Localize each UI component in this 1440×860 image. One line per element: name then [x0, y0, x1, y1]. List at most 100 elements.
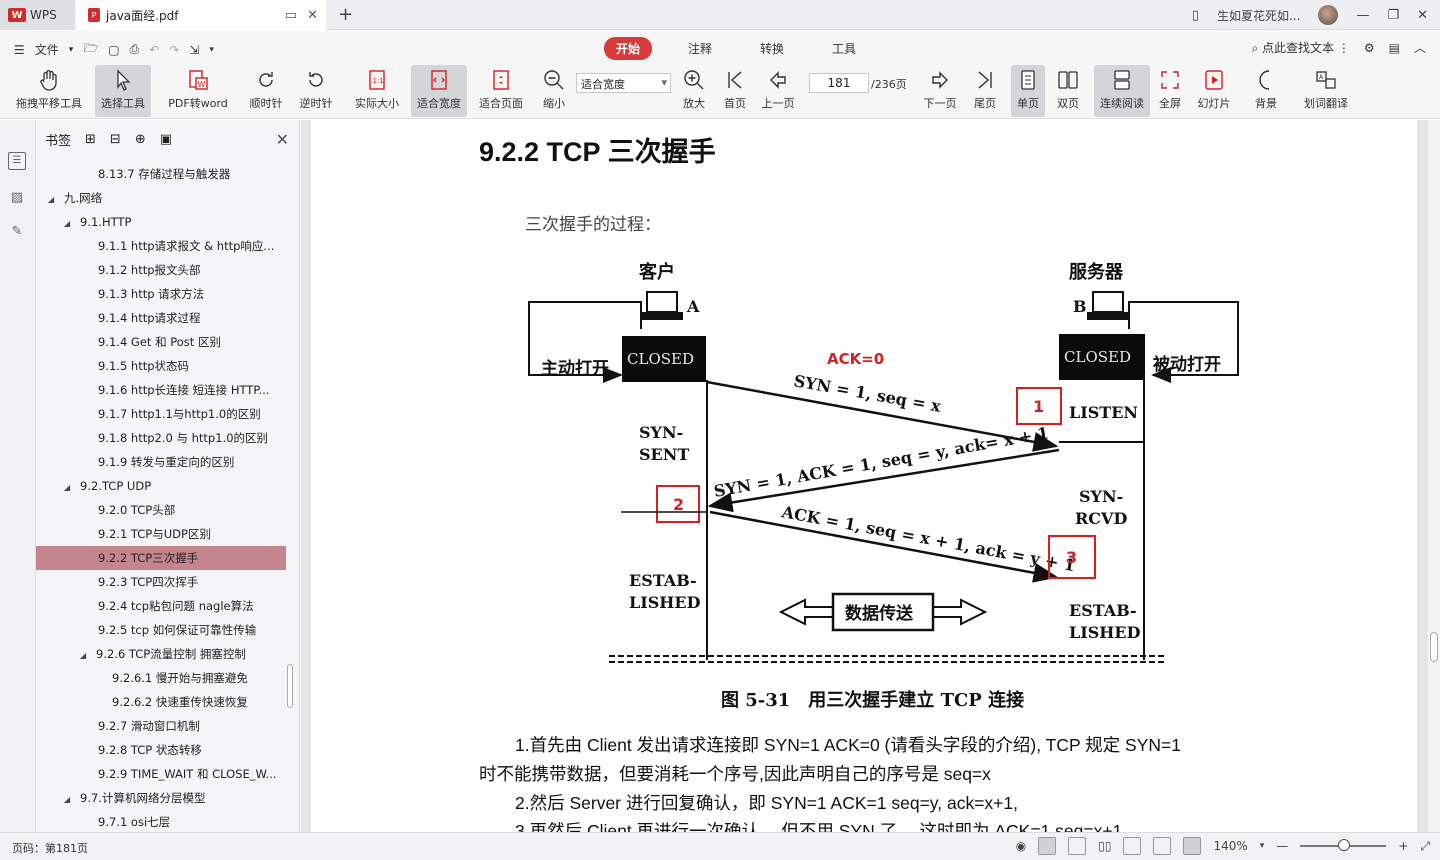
sidebar-scroll-thumb[interactable]	[287, 664, 293, 708]
fullscreen-button[interactable]: 全屏	[1155, 65, 1185, 117]
document-tab[interactable]: P java面经.pdf ▭ ✕	[76, 0, 326, 30]
pdf-to-word-button[interactable]: W PDF转word	[162, 65, 234, 117]
status-single-page-icon[interactable]	[1038, 837, 1057, 855]
minimize-icon[interactable]: —	[1356, 8, 1369, 23]
window-close-icon[interactable]: ✕	[1417, 8, 1428, 23]
expand-toggle-icon[interactable]: ◢	[64, 212, 74, 234]
tab-annotate[interactable]: 注释	[676, 37, 724, 60]
slideshow-button[interactable]: 幻灯片	[1194, 65, 1234, 117]
bookmark-item[interactable]: 8.13.7 存储过程与触发器	[36, 162, 286, 186]
tab-start[interactable]: 开始	[604, 37, 653, 60]
restore-icon[interactable]: ❐	[1387, 8, 1399, 23]
bookmark-panel-icon[interactable]: ☰	[8, 152, 26, 170]
document-scroll-thumb[interactable]	[1430, 632, 1438, 662]
zoom-slider-knob[interactable]	[1338, 839, 1351, 851]
wps-home-tab[interactable]: W WPS	[0, 0, 75, 30]
bookmark-item[interactable]: 9.1.4 Get 和 Post 区别	[36, 330, 286, 354]
bookmark-item[interactable]: 9.2.5 tcp 如何保证可靠性传输	[36, 618, 286, 642]
redo-icon[interactable]: ↷	[169, 43, 179, 57]
more-icon[interactable]: ⋮	[1338, 41, 1350, 55]
bookmark-item[interactable]: 9.1.2 http报文头部	[36, 258, 286, 282]
status-double-page-icon[interactable]: ▯▯	[1098, 839, 1111, 853]
bookmark-item[interactable]: 9.2.7 滑动窗口机制	[36, 714, 286, 738]
status-continuous-icon[interactable]	[1068, 837, 1087, 855]
bookmark-item[interactable]: 9.1.7 http1.1与http1.0的区别	[36, 402, 286, 426]
continuous-reading-button[interactable]: 连续阅读	[1094, 65, 1150, 117]
bookmark-item[interactable]: ◢ 9.1.HTTP	[36, 210, 286, 234]
rotate-clockwise-button[interactable]: 顺时针	[244, 65, 288, 117]
zoom-level[interactable]: 140%	[1213, 839, 1247, 853]
select-tool-button[interactable]: 选择工具	[95, 65, 151, 117]
sidebar-close-icon[interactable]: ✕	[276, 130, 289, 149]
thumbnail-panel-icon[interactable]: ▨	[8, 190, 26, 208]
add-bookmark-icon[interactable]: ⊞	[85, 132, 96, 147]
open-folder-icon[interactable]: 🗁	[83, 39, 98, 60]
bookmark-item[interactable]: 9.1.3 http 请求方法	[36, 282, 286, 306]
bookmark-item[interactable]: 9.2.0 TCP头部	[36, 498, 286, 522]
more-dropdown-icon[interactable]: ▾	[209, 45, 214, 55]
prev-page-button[interactable]: 上一页	[758, 65, 798, 117]
bookmark-item[interactable]: ◢ 九.网络	[36, 186, 286, 210]
sidebar-scrollbar[interactable]	[287, 164, 293, 824]
user-name[interactable]: 生如夏花死如...	[1217, 7, 1300, 24]
single-page-button[interactable]: 单页	[1011, 65, 1045, 117]
rotate-counterclockwise-button[interactable]: 逆时针	[294, 65, 338, 117]
zoom-mode-select[interactable]: 适合宽度	[576, 73, 671, 93]
tab-convert[interactable]: 转换	[748, 37, 796, 60]
collapse-ribbon-icon[interactable]: ︿	[1414, 39, 1426, 56]
bookmark-item[interactable]: 9.1.8 http2.0 与 http1.0的区别	[36, 426, 286, 450]
fit-page-button[interactable]: 适合页面	[474, 65, 528, 117]
find-text-button[interactable]: ⌕ 点此查找文本 ⋮	[1251, 39, 1349, 56]
zoom-in-button[interactable]: 放大	[678, 65, 710, 117]
hand-tool-button[interactable]: 拖拽平移工具	[8, 65, 90, 117]
first-page-button[interactable]: 首页	[718, 65, 752, 117]
bookmark-item[interactable]: ◢ 9.2.TCP UDP	[36, 474, 286, 498]
bookmark-item[interactable]: 9.1.5 http状态码	[36, 354, 286, 378]
status-zoom-in-icon[interactable]: +	[1398, 839, 1408, 853]
translate-button[interactable]: A 划词翻译	[1298, 65, 1354, 117]
file-menu[interactable]: 文件	[35, 41, 59, 58]
expand-toggle-icon[interactable]: ◢	[64, 788, 74, 810]
bookmark-item[interactable]: 9.2.4 tcp粘包问题 nagle算法	[36, 594, 286, 618]
document-viewport[interactable]: 9.2.2 TCP 三次握手 三次握手的过程： 客户 服务器 A B 主动打开 …	[301, 120, 1428, 832]
hamburger-icon[interactable]: ☰	[14, 43, 25, 57]
comment-icon[interactable]: ▤	[1389, 41, 1400, 55]
bookmark-item[interactable]: 9.2.2 TCP三次握手	[36, 546, 286, 570]
status-zoom-out-icon[interactable]: —	[1276, 839, 1288, 853]
undo-icon[interactable]: ↶	[149, 43, 159, 57]
bookmark-item[interactable]: 9.7.1 osi七层	[36, 810, 286, 827]
print-icon[interactable]: ⎙	[130, 42, 140, 57]
expand-toggle-icon[interactable]: ◢	[48, 188, 58, 210]
bookmark-options-icon[interactable]: ▣	[160, 132, 172, 147]
bookmark-item[interactable]: 9.1.9 转发与重定向的区别	[36, 450, 286, 474]
zoom-out-button[interactable]: 缩小	[538, 65, 570, 117]
actual-size-button[interactable]: 1:1 实际大小	[349, 65, 405, 117]
bookmark-item[interactable]: 9.2.9 TIME_WAIT 和 CLOSE_W...	[36, 762, 286, 786]
bookmark-item[interactable]: 9.2.1 TCP与UDP区别	[36, 522, 286, 546]
bookmark-item[interactable]: 9.2.8 TCP 状态转移	[36, 738, 286, 762]
bookmark-item[interactable]: 9.2.6.2 快速重传快速恢复	[36, 690, 286, 714]
bookmark-item[interactable]: ◢ 9.2.6 TCP流量控制 拥塞控制	[36, 642, 286, 666]
fit-width-button[interactable]: 适合宽度	[411, 65, 467, 117]
zoom-slider[interactable]	[1300, 839, 1387, 851]
status-reading-mode-icon[interactable]	[1183, 837, 1202, 855]
bookmark-item[interactable]: 9.2.6.1 慢开始与拥塞避免	[36, 666, 286, 690]
last-page-button[interactable]: 尾页	[968, 65, 1002, 117]
status-fullscreen-icon[interactable]: ⤢	[1420, 839, 1430, 854]
page-number-input[interactable]: 181	[809, 73, 869, 93]
tab-close-icon[interactable]: ✕	[307, 8, 318, 23]
file-dropdown-icon[interactable]: ▾	[69, 45, 74, 55]
status-fit-page-icon[interactable]	[1123, 837, 1142, 855]
status-fit-width-icon[interactable]	[1153, 837, 1172, 855]
new-tab-icon[interactable]: +	[338, 4, 353, 25]
annotation-panel-icon[interactable]: ✎	[8, 224, 26, 242]
settings-icon[interactable]: ⚙	[1364, 41, 1375, 55]
bookmark-item[interactable]: 9.2.3 TCP四次挥手	[36, 570, 286, 594]
tab-tools[interactable]: 工具	[820, 37, 868, 60]
tab-window-icon[interactable]: ▭	[285, 8, 297, 23]
expand-toggle-icon[interactable]: ◢	[64, 476, 74, 498]
bookmark-item[interactable]: 9.1.1 http请求报文 & http响应...	[36, 234, 286, 258]
bookmark-item[interactable]: 9.1.6 http长连接 短连接 HTTP...	[36, 378, 286, 402]
collapse-bookmark-icon[interactable]: ⊟	[110, 132, 121, 147]
zoom-dropdown-icon[interactable]: ▾	[1260, 841, 1265, 851]
